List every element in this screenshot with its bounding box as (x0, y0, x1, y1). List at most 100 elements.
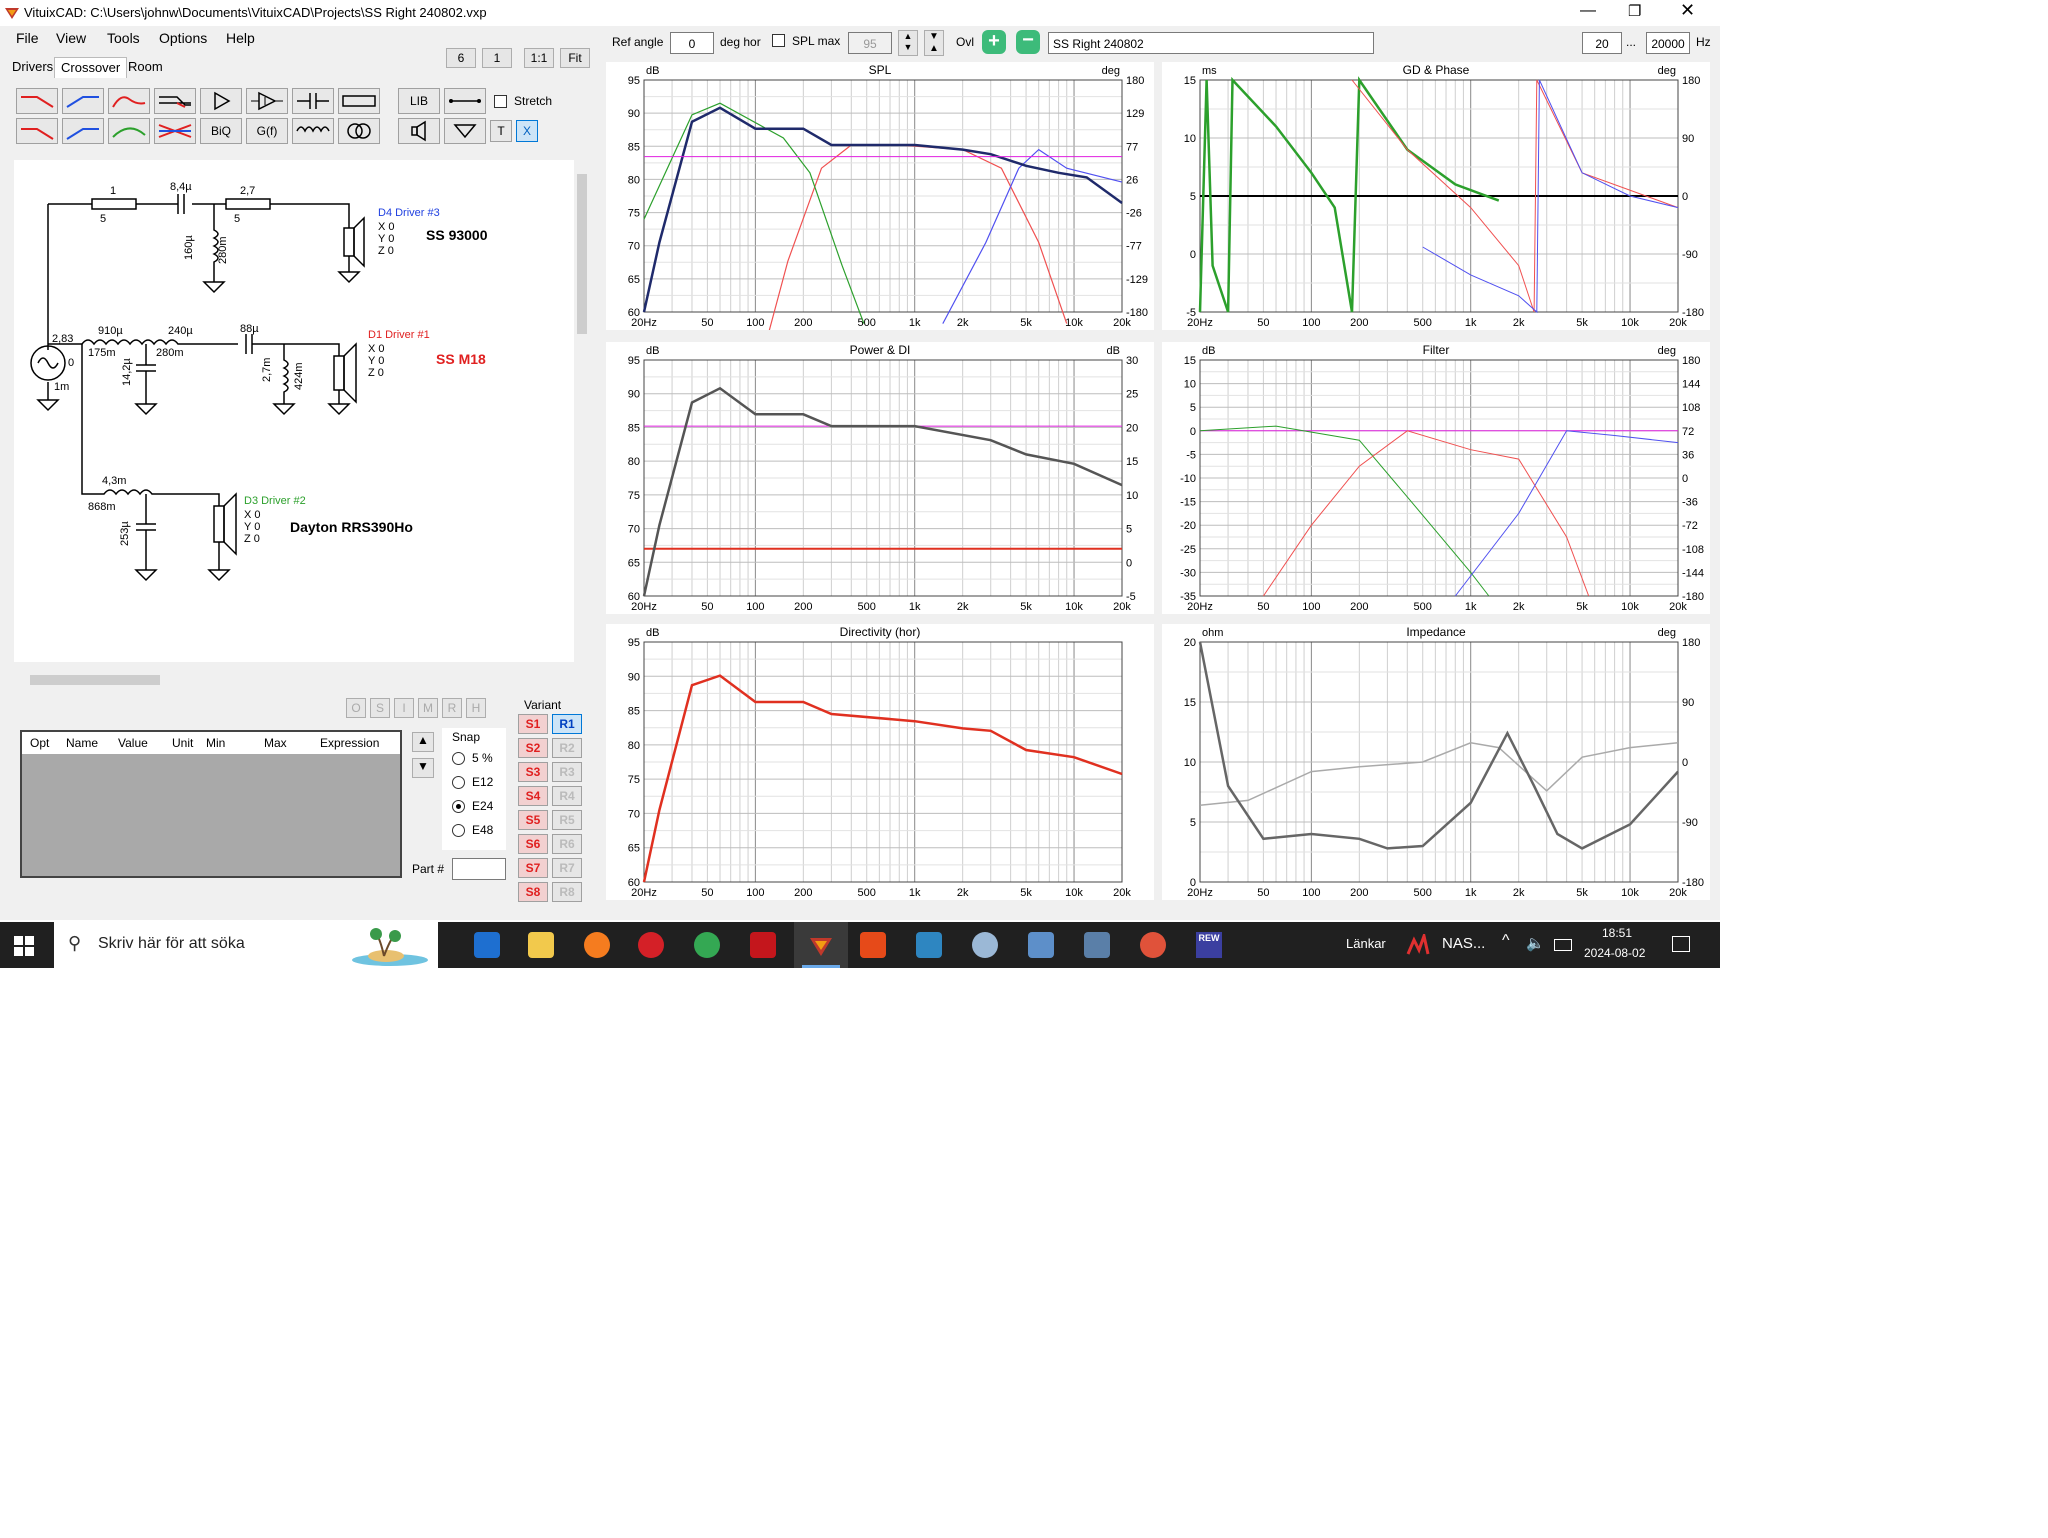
zoom-6-button[interactable]: 6 (446, 48, 476, 68)
transformer-tool-button[interactable] (338, 118, 380, 144)
move-up-button[interactable]: ▲ (412, 732, 434, 752)
snap-5pct-radio[interactable] (452, 752, 465, 765)
col-opt[interactable]: Opt (30, 736, 49, 750)
clock-time[interactable]: 18:51 (1602, 926, 1632, 940)
variant-s3-button[interactable]: S3 (518, 762, 548, 782)
taskbar-remote-icon[interactable] (1028, 932, 1054, 958)
taskbar-calculator-icon[interactable] (1084, 932, 1110, 958)
taskbar-acrobat-icon[interactable] (750, 932, 776, 958)
spl-max-input[interactable]: 95 (848, 32, 892, 54)
taskbar-mail-icon[interactable] (474, 932, 500, 958)
variant-r4-button[interactable]: R4 (552, 786, 582, 806)
variant-s1-button[interactable]: S1 (518, 714, 548, 734)
capacitor-tool-button[interactable] (292, 88, 334, 114)
variant-r1-button[interactable]: R1 (552, 714, 582, 734)
volume-icon[interactable]: 🔈 (1526, 934, 1545, 952)
variant-s2-button[interactable]: S2 (518, 738, 548, 758)
restore-icon[interactable]: ❐ (1628, 2, 1641, 20)
wire-tool-button[interactable] (444, 88, 486, 114)
taskbar-paint-icon[interactable] (972, 932, 998, 958)
snap-e12-radio[interactable] (452, 776, 465, 789)
variant-s5-button[interactable]: S5 (518, 810, 548, 830)
chart-panel-0[interactable]: SPL dB deg 95 90 85 80 75 70 65 60 180 129 77 26 -26 -77… (606, 62, 1154, 336)
opt-o-button[interactable]: O (346, 698, 366, 718)
highpass2-tool-button[interactable] (62, 118, 104, 144)
clock-date[interactable]: 2024-08-02 (1584, 946, 1645, 960)
snap-e48-radio[interactable] (452, 824, 465, 837)
taskbar-firefox-icon[interactable] (584, 932, 610, 958)
inductor-tool-button[interactable] (292, 118, 334, 144)
col-expression[interactable]: Expression (320, 736, 379, 750)
biquad-tool-button[interactable]: BiQ (200, 118, 242, 144)
menu-file[interactable]: File (16, 30, 39, 46)
hscroll-thumb[interactable] (30, 675, 160, 685)
menu-options[interactable]: Options (159, 30, 207, 46)
opt-s-button[interactable]: S (370, 698, 390, 718)
gf-tool-button[interactable]: G(f) (246, 118, 288, 144)
tab-room[interactable]: Room (122, 57, 169, 77)
spl-sync-button[interactable]: ▼ ▲ (924, 30, 944, 56)
overlay-remove-icon[interactable]: − (1016, 30, 1040, 54)
zoom-1to1-button[interactable]: 1:1 (524, 48, 554, 68)
chart-panel-2[interactable]: Power & DI dB dB 95 90 85 80 75 70 65 60 30 25 20 15 10… (606, 342, 1154, 614)
driver-tool-button[interactable] (398, 118, 440, 144)
variant-r8-button[interactable]: R8 (552, 882, 582, 902)
taskbar-app-icon[interactable] (1140, 932, 1166, 958)
tab-drivers[interactable]: Drivers (6, 57, 59, 77)
notch-tool-button[interactable] (154, 88, 196, 114)
part-input[interactable] (452, 858, 506, 880)
col-name[interactable]: Name (66, 736, 98, 750)
taskbar-opera-icon[interactable] (638, 932, 664, 958)
move-down-button[interactable]: ▼ (412, 758, 434, 778)
highpass1-tool-button[interactable] (62, 88, 104, 114)
freq-min-input[interactable]: 20 (1582, 32, 1622, 54)
opt-i-button[interactable]: I (394, 698, 414, 718)
notifications-icon[interactable] (1672, 936, 1690, 952)
resistor-tool-button[interactable] (338, 88, 380, 114)
taskbar-chrome-icon[interactable] (694, 932, 720, 958)
chart-panel-4[interactable]: Directivity (hor) dB 95 90 85 80 75 70 65 60 20Hz 5… (606, 624, 1154, 900)
col-min[interactable]: Min (206, 736, 225, 750)
stretch-checkbox[interactable] (494, 95, 507, 108)
variant-r3-button[interactable]: R3 (552, 762, 582, 782)
menu-help[interactable]: Help (226, 30, 255, 46)
col-unit[interactable]: Unit (172, 736, 193, 750)
col-max[interactable]: Max (264, 736, 287, 750)
spl-spinner[interactable]: ▲ ▼ (898, 30, 918, 56)
optimizer-table[interactable]: Opt Name Value Unit Min Max Expression (20, 730, 402, 878)
zoom-1-button[interactable]: 1 (482, 48, 512, 68)
taskbar-search-box[interactable]: ⚲ Skriv här för att söka (54, 922, 438, 968)
variant-s6-button[interactable]: S6 (518, 834, 548, 854)
minimize-icon[interactable]: — (1580, 2, 1596, 20)
taskbar-explorer-icon[interactable] (528, 932, 554, 958)
opt-r-button[interactable]: R (442, 698, 462, 718)
taskbar-rew-icon[interactable]: REW (1196, 932, 1222, 958)
col-value[interactable]: Value (118, 736, 148, 750)
windows-start-icon[interactable] (14, 936, 34, 956)
taskbar-photos-icon[interactable] (916, 932, 942, 958)
close-icon[interactable]: ✕ (1680, 0, 1695, 21)
schematic-hscroll[interactable] (14, 672, 574, 688)
variant-s7-button[interactable]: S7 (518, 858, 548, 878)
lowpass1-tool-button[interactable] (16, 88, 58, 114)
spl-max-checkbox[interactable] (772, 34, 785, 47)
zoom-fit-button[interactable]: Fit (560, 48, 590, 68)
vscroll-thumb[interactable] (577, 174, 587, 334)
variant-s8-button[interactable]: S8 (518, 882, 548, 902)
variant-r2-button[interactable]: R2 (552, 738, 582, 758)
chart-panel-3[interactable]: Filter dB deg 15 10 5 0 -5 -10 -15 -20 -25 -30 -35 180… (1162, 342, 1710, 614)
nas-label[interactable]: NAS... (1442, 935, 1485, 952)
menu-tools[interactable]: Tools (107, 30, 140, 46)
menu-view[interactable]: View (56, 30, 86, 46)
ground-tool-button[interactable] (444, 118, 486, 144)
links-label[interactable]: Länkar (1346, 936, 1386, 951)
lib-tool-button[interactable]: LIB (398, 88, 440, 114)
taskbar-vituixcad-active[interactable] (794, 922, 848, 968)
tray-chevron-up-icon[interactable]: ^ (1502, 932, 1510, 950)
schematic-canvas[interactable]: 1 5 8,4µ 2,7 5 160µ 280m 910µ 175m 240µ … (14, 160, 574, 662)
variant-r5-button[interactable]: R5 (552, 810, 582, 830)
nas-status-icon[interactable] (1406, 934, 1430, 956)
battery-icon[interactable] (1554, 939, 1572, 951)
overlay-name-input[interactable]: SS Right 240802 (1048, 32, 1374, 54)
snap-e24-radio[interactable] (452, 800, 465, 813)
